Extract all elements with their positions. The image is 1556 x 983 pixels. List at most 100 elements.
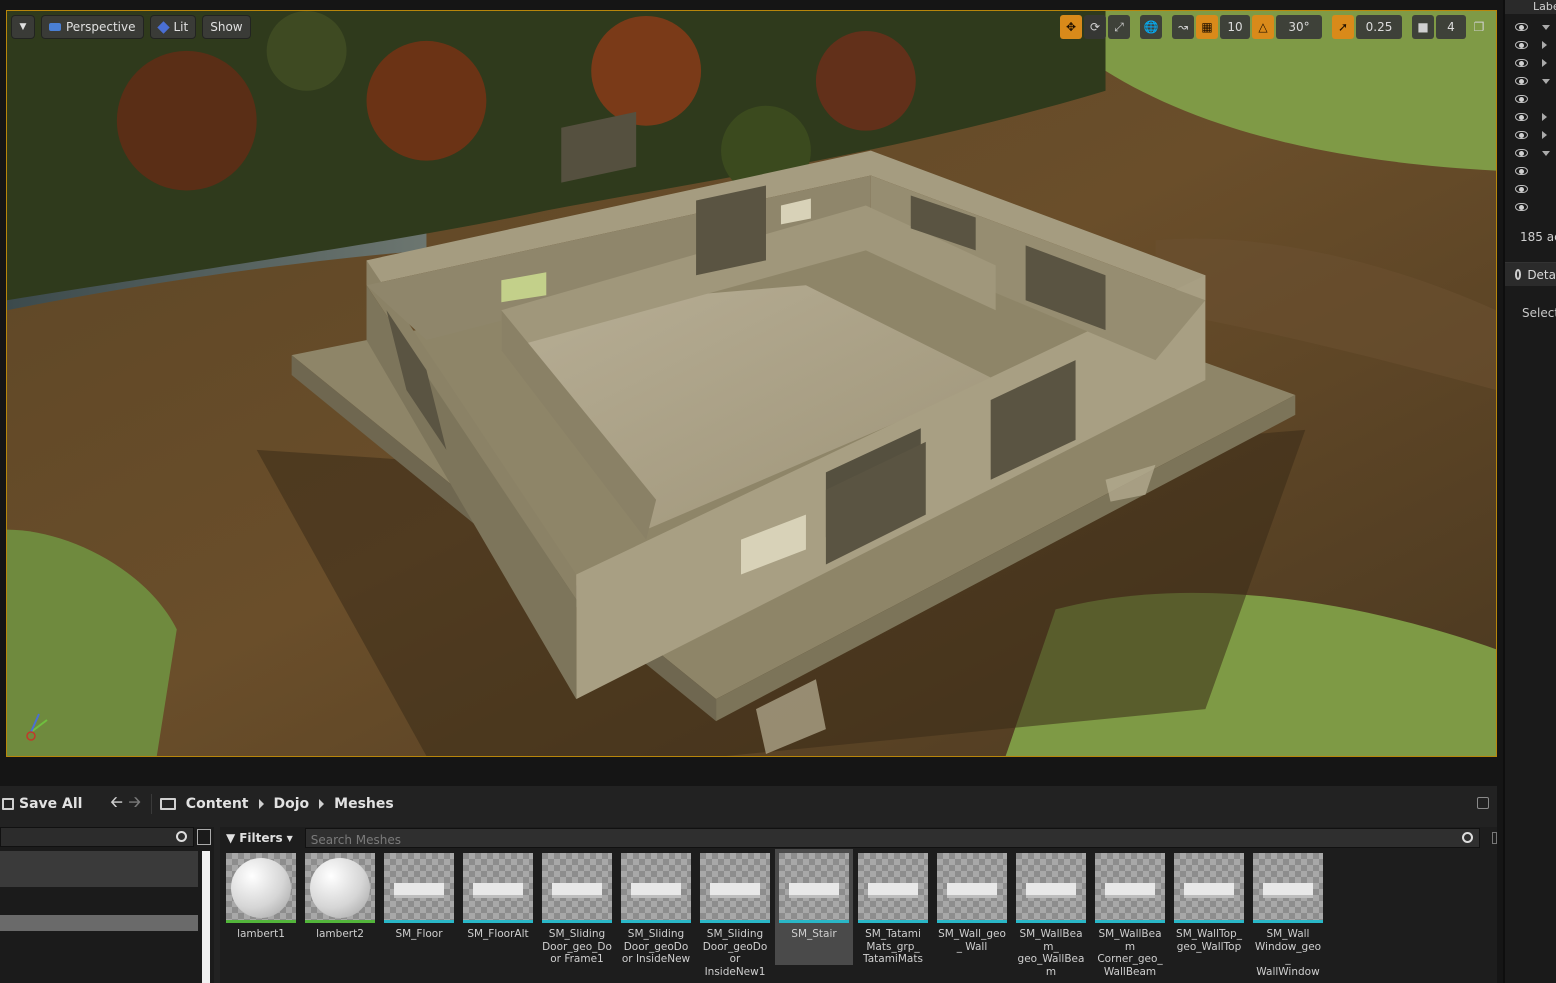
asset-tile[interactable]: SM_WallBeam Corner_geo_ WallBeam xyxy=(1095,853,1165,978)
outliner-label-column-header[interactable]: Labe xyxy=(1505,0,1556,14)
rotate-tool-icon[interactable]: ⟳ xyxy=(1084,15,1106,39)
outliner-row[interactable] xyxy=(1505,54,1556,72)
grid-snap-value[interactable]: 10 xyxy=(1220,15,1250,39)
grid-snap-icon[interactable]: ▦ xyxy=(1196,15,1218,39)
surface-snapping-icon[interactable]: ↝ xyxy=(1172,15,1194,39)
expand-arrow-icon[interactable] xyxy=(1542,150,1550,156)
visibility-eye-icon[interactable] xyxy=(1515,185,1528,193)
outliner-row[interactable] xyxy=(1505,18,1556,36)
visibility-eye-icon[interactable] xyxy=(1515,167,1528,175)
asset-tile[interactable]: SM_WallTop_ geo_WallTop xyxy=(1174,853,1244,967)
breadcrumb-arrow-icon[interactable] xyxy=(319,799,325,809)
actor-count-label: 185 ac xyxy=(1520,230,1556,244)
collapsed-arrow-icon[interactable] xyxy=(1542,113,1547,121)
perspective-camera-icon xyxy=(49,23,61,31)
asset-type-bar xyxy=(700,920,770,923)
breadcrumb-arrow-icon[interactable] xyxy=(258,799,264,809)
filters-label: Filters xyxy=(239,831,283,845)
outliner-row[interactable] xyxy=(1505,162,1556,180)
asset-label: SM_FloorAlt xyxy=(467,928,529,940)
visibility-eye-icon[interactable] xyxy=(1515,149,1528,157)
outliner-row[interactable] xyxy=(1505,90,1556,108)
chevron-down-icon: ▼ xyxy=(19,22,27,32)
breadcrumb: Content Dojo Meshes xyxy=(159,796,394,812)
scene-render[interactable] xyxy=(7,11,1496,756)
asset-tile[interactable]: SM_Sliding Door_geo_Door Frame1 xyxy=(542,853,612,967)
level-viewport[interactable]: ▼ Perspective Lit Show ✥ ⟳ ⤢ 🌐 ↝ ▦ 10 △ … xyxy=(6,10,1497,757)
visibility-eye-icon[interactable] xyxy=(1515,95,1528,103)
breadcrumb-meshes[interactable]: Meshes xyxy=(334,796,394,812)
asset-tile[interactable]: SM_Tatami Mats_grp_ TatamiMats xyxy=(858,853,928,967)
visibility-eye-icon[interactable] xyxy=(1515,41,1528,49)
maximize-viewport-icon[interactable]: ❐ xyxy=(1468,15,1490,39)
chevron-down-icon: ▼ xyxy=(286,833,293,843)
back-arrow-icon[interactable]: 🡠 xyxy=(110,792,122,817)
visibility-eye-icon[interactable] xyxy=(1515,113,1528,121)
outliner-row[interactable] xyxy=(1505,72,1556,90)
scale-snap-icon[interactable]: ➚ xyxy=(1332,15,1354,39)
search-icon[interactable] xyxy=(1461,832,1473,843)
asset-label: lambert1 xyxy=(237,928,285,940)
search-icon xyxy=(176,831,187,842)
lit-view-mode-button[interactable]: Lit xyxy=(149,15,197,39)
outliner-row[interactable] xyxy=(1505,126,1556,144)
visibility-eye-icon[interactable] xyxy=(1515,131,1528,139)
asset-type-bar xyxy=(779,920,849,923)
asset-tile[interactable]: SM_Sliding Door_geoDoor InsideNew xyxy=(621,853,691,967)
rotation-snap-icon[interactable]: △ xyxy=(1252,15,1274,39)
show-flags-button[interactable]: Show xyxy=(202,15,251,39)
outliner-row[interactable] xyxy=(1505,36,1556,54)
lock-icon[interactable] xyxy=(1477,797,1489,809)
camera-speed-value[interactable]: 4 xyxy=(1436,15,1466,39)
visibility-eye-icon[interactable] xyxy=(1515,77,1528,85)
scale-snap-value[interactable]: 0.25 xyxy=(1356,15,1402,39)
asset-tile[interactable]: SM_Wall_geo_ Wall xyxy=(937,853,1007,967)
outliner-row[interactable] xyxy=(1505,198,1556,216)
asset-tile[interactable]: SM_Floor xyxy=(384,853,454,967)
outliner-row[interactable] xyxy=(1505,144,1556,162)
perspective-button[interactable]: Perspective xyxy=(41,15,144,39)
asset-tile[interactable]: SM_FloorAlt xyxy=(463,853,533,967)
world-coordinates-icon[interactable]: 🌐 xyxy=(1140,15,1162,39)
scale-tool-icon[interactable]: ⤢ xyxy=(1108,15,1130,39)
list-view-icon[interactable] xyxy=(197,829,211,845)
asset-tile[interactable]: lambert1 xyxy=(226,853,296,967)
sources-scrollbar[interactable] xyxy=(202,851,210,983)
visibility-eye-icon[interactable] xyxy=(1515,59,1528,67)
static-mesh-thumbnail xyxy=(1174,853,1244,923)
forward-arrow-icon[interactable]: 🡢 xyxy=(129,792,141,817)
sources-search-input[interactable] xyxy=(0,827,194,847)
translate-tool-icon[interactable]: ✥ xyxy=(1060,15,1082,39)
breadcrumb-dojo[interactable]: Dojo xyxy=(274,796,310,812)
outliner-row[interactable] xyxy=(1505,180,1556,198)
save-all-label: Save All xyxy=(19,796,83,812)
asset-tile[interactable]: SM_Sliding Door_geoDoor InsideNew1 xyxy=(700,853,770,978)
visibility-eye-icon[interactable] xyxy=(1515,23,1528,31)
collapsed-arrow-icon[interactable] xyxy=(1542,41,1547,49)
static-mesh-thumbnail xyxy=(1253,853,1323,923)
outliner-row[interactable] xyxy=(1505,108,1556,126)
collapsed-arrow-icon[interactable] xyxy=(1542,131,1547,139)
collapsed-arrow-icon[interactable] xyxy=(1542,59,1547,67)
asset-tile[interactable]: SM_Stair xyxy=(775,849,853,965)
folder-tree-row[interactable] xyxy=(0,851,198,887)
asset-tile[interactable]: SM_WallBeam_ geo_WallBeam xyxy=(1016,853,1086,978)
asset-tile[interactable]: lambert2 xyxy=(305,853,375,967)
breadcrumb-content[interactable]: Content xyxy=(186,796,249,812)
asset-tile[interactable]: SM_Wall Window_geo_ WallWindow xyxy=(1253,853,1323,978)
details-tab[interactable]: Deta xyxy=(1505,262,1556,286)
expand-arrow-icon[interactable] xyxy=(1542,78,1550,84)
folder-tree-row-selected[interactable] xyxy=(0,915,198,931)
search-meshes-input[interactable] xyxy=(305,831,1479,849)
search-meshes-field[interactable] xyxy=(304,828,1480,849)
lit-label: Lit xyxy=(173,20,189,34)
filters-button[interactable]: ▼ Filters ▼ xyxy=(220,828,299,848)
save-search-icon[interactable] xyxy=(1491,832,1497,844)
asset-label: SM_WallTop_ geo_WallTop xyxy=(1176,928,1242,953)
rotation-snap-value[interactable]: 30° xyxy=(1276,15,1322,39)
viewport-options-button[interactable]: ▼ xyxy=(11,15,35,39)
visibility-eye-icon[interactable] xyxy=(1515,203,1528,211)
save-all-button[interactable]: Save All xyxy=(0,796,82,812)
camera-speed-icon[interactable]: ■ xyxy=(1412,15,1434,39)
expand-arrow-icon[interactable] xyxy=(1542,24,1550,30)
